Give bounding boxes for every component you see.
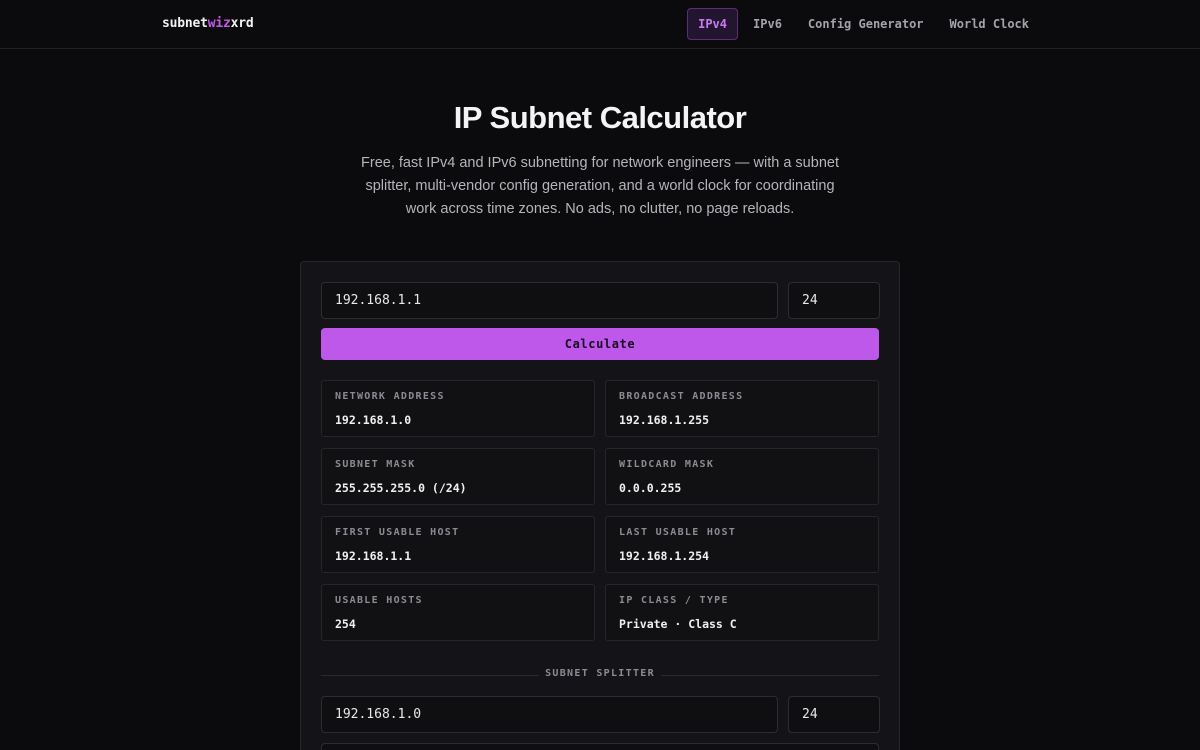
result-first-usable-host: FIRST USABLE HOST 192.168.1.1 <box>321 516 595 573</box>
brand-logo[interactable]: subnetwizxrd <box>162 16 254 31</box>
brand-accent: wiz <box>207 16 231 31</box>
result-last-usable-host: LAST USABLE HOST 192.168.1.254 <box>605 516 879 573</box>
calculate-button[interactable]: Calculate <box>321 328 879 360</box>
brand-part-2: xrd <box>230 16 254 31</box>
nav-tab-world-clock[interactable]: World Clock <box>939 8 1040 40</box>
result-value: Private · Class C <box>619 617 737 631</box>
ip-address-input[interactable]: 192.168.1.1 <box>321 282 778 319</box>
result-label: FIRST USABLE HOST <box>335 527 460 538</box>
main-nav: IPv4 IPv6 Config Generator World Clock <box>687 8 1040 40</box>
result-value: 192.168.1.0 <box>335 413 412 427</box>
subnet-splitter-heading: SUBNET SPLITTER <box>545 668 655 679</box>
result-label: IP CLASS / TYPE <box>619 595 729 606</box>
result-label: LAST USABLE HOST <box>619 527 737 538</box>
result-label: BROADCAST ADDRESS <box>619 391 744 402</box>
nav-tab-ipv4[interactable]: IPv4 <box>687 8 739 40</box>
results-grid: NETWORK ADDRESS 192.168.1.0 BROADCAST AD… <box>321 380 879 641</box>
result-label: NETWORK ADDRESS <box>335 391 445 402</box>
splitter-network-input[interactable]: 192.168.1.0 <box>321 696 778 733</box>
top-bar: subnetwizxrd IPv4 IPv6 Config Generator … <box>0 0 1200 49</box>
result-usable-hosts: USABLE HOSTS 254 <box>321 584 595 641</box>
result-label: USABLE HOSTS <box>335 595 423 606</box>
result-label: WILDCARD MASK <box>619 459 715 470</box>
result-subnet-mask: SUBNET MASK 255.255.255.0 (/24) <box>321 448 595 505</box>
subnet-splitter-divider: SUBNET SPLITTER <box>321 668 879 682</box>
result-value: 254 <box>335 617 356 631</box>
result-value: 0.0.0.255 <box>619 481 682 495</box>
calculator-card: 192.168.1.1 24 Calculate NETWORK ADDRESS… <box>300 261 900 750</box>
nav-tab-ipv6[interactable]: IPv6 <box>742 8 793 40</box>
result-ip-class-type: IP CLASS / TYPE Private · Class C <box>605 584 879 641</box>
result-value: 192.168.1.1 <box>335 549 412 563</box>
result-label: SUBNET MASK <box>335 459 416 470</box>
prefix-length-input[interactable]: 24 <box>788 282 880 319</box>
divider-line-right <box>661 675 879 676</box>
result-value: 192.168.1.254 <box>619 549 710 563</box>
result-network-address: NETWORK ADDRESS 192.168.1.0 <box>321 380 595 437</box>
result-wildcard-mask: WILDCARD MASK 0.0.0.255 <box>605 448 879 505</box>
splitter-next-field[interactable] <box>321 743 879 750</box>
brand-part-1: subnet <box>162 16 208 31</box>
result-value: 192.168.1.255 <box>619 413 710 427</box>
page-subtitle: Free, fast IPv4 and IPv6 subnetting for … <box>361 155 839 217</box>
result-value: 255.255.255.0 (/24) <box>335 481 467 495</box>
nav-tab-config-generator[interactable]: Config Generator <box>797 8 935 40</box>
splitter-prefix-input[interactable]: 24 <box>788 696 880 733</box>
result-broadcast-address: BROADCAST ADDRESS 192.168.1.255 <box>605 380 879 437</box>
page-title: IP Subnet Calculator <box>453 100 747 135</box>
